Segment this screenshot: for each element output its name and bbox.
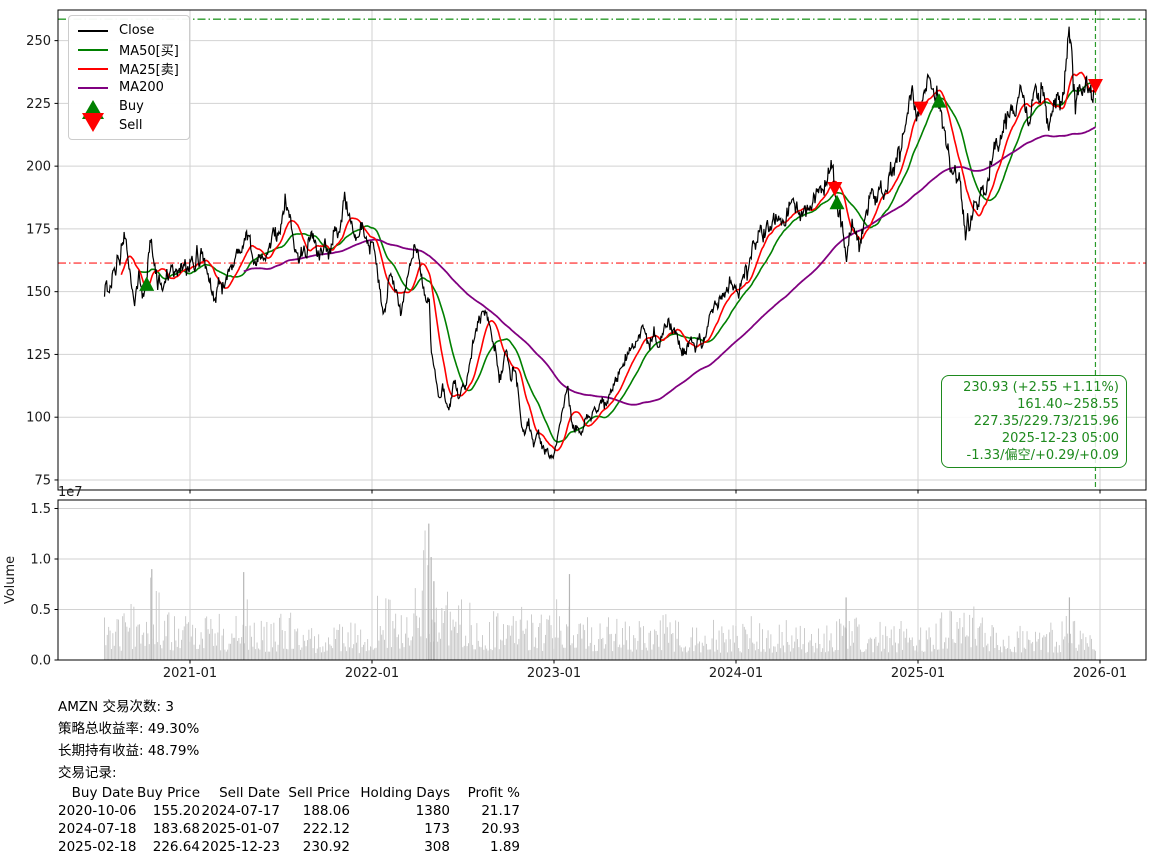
annotation-line: -1.33/偏空/+0.29/+0.09 bbox=[949, 447, 1119, 464]
date-tick-label: 2026-01 bbox=[1073, 666, 1127, 681]
quote-annotation-box: 230.93 (+2.55 +1.11%)161.40~258.55227.35… bbox=[941, 375, 1127, 468]
trade-col-header: Sell Date bbox=[200, 784, 280, 802]
annotation-line: 227.35/229.73/215.96 bbox=[949, 413, 1119, 430]
legend-line-swatch bbox=[77, 49, 109, 51]
trade-cell: 20.93 bbox=[450, 820, 520, 838]
trade-cell: 188.06 bbox=[280, 802, 350, 820]
stats-line: AMZN 交易次数: 3 bbox=[58, 696, 520, 718]
trade-cell: 2025-12-23 bbox=[200, 838, 280, 856]
price-tick-label: 150 bbox=[26, 285, 51, 300]
trade-cell: 308 bbox=[350, 838, 450, 856]
legend-label: Sell bbox=[119, 118, 142, 133]
volume-axis-label: Volume bbox=[3, 556, 18, 604]
trade-records-table: Buy DateBuy PriceSell DateSell PriceHold… bbox=[58, 784, 520, 856]
annotation-line: 230.93 (+2.55 +1.11%) bbox=[949, 379, 1119, 396]
trade-markers bbox=[139, 79, 1103, 291]
annotation-line: 161.40~258.55 bbox=[949, 396, 1119, 413]
volume-tick-label: 0.5 bbox=[30, 603, 51, 618]
trade-cell: 21.17 bbox=[450, 802, 520, 820]
strategy-stats: AMZN 交易次数: 3策略总收益率: 49.30%长期持有收益: 48.79%… bbox=[58, 696, 520, 856]
figure: 75 100 125 150 175 200 225 250 0.0 0.5 1.0 1.5 2021-… bbox=[0, 0, 1152, 857]
date-tick-label: 2024-01 bbox=[709, 666, 763, 681]
trade-cell: 1.89 bbox=[450, 838, 520, 856]
legend-item-close: Close bbox=[77, 21, 179, 40]
volume-tick-label: 0.0 bbox=[30, 654, 51, 669]
trade-cell: 226.64 bbox=[134, 838, 200, 856]
legend-item-ma200: MA200 bbox=[77, 78, 179, 97]
trade-cell: 2020-10-06 bbox=[58, 802, 134, 820]
trade-cell: 222.12 bbox=[280, 820, 350, 838]
legend-item-ma50-: MA50[买] bbox=[77, 40, 179, 59]
volume-tick-label: 1.5 bbox=[30, 502, 51, 517]
date-tick-label: 2021-01 bbox=[163, 666, 217, 681]
legend-label: MA200 bbox=[119, 80, 164, 95]
trade-cell: 1380 bbox=[350, 802, 450, 820]
volume-bars bbox=[104, 524, 1096, 660]
annotation-line: 2025-12-23 05:00 bbox=[949, 430, 1119, 447]
trade-cell: 155.20 bbox=[134, 802, 200, 820]
legend-label: Close bbox=[119, 23, 154, 38]
legend-item-sell: Sell bbox=[77, 116, 179, 135]
legend-item-ma25-: MA25[卖] bbox=[77, 59, 179, 78]
price-tick-label: 225 bbox=[26, 97, 51, 112]
stats-line: 长期持有收益: 48.79% bbox=[58, 740, 520, 762]
date-tick-label: 2023-01 bbox=[527, 666, 581, 681]
trade-cell: 2025-02-18 bbox=[58, 838, 134, 856]
legend: Close MA50[买]MA25[卖] MA200 Buy Sell bbox=[68, 15, 190, 140]
trade-cell: 230.92 bbox=[280, 838, 350, 856]
price-tick-label: 125 bbox=[26, 348, 51, 363]
legend-label: MA25[卖] bbox=[119, 59, 179, 78]
legend-label: Buy bbox=[119, 99, 144, 114]
legend-line-swatch bbox=[77, 87, 109, 89]
price-tick-label: 250 bbox=[26, 34, 51, 49]
price-tick-label: 200 bbox=[26, 160, 51, 175]
trade-cell: 173 bbox=[350, 820, 450, 838]
date-tick-label: 2025-01 bbox=[891, 666, 945, 681]
sell-triangle-icon bbox=[77, 119, 109, 132]
trade-col-header: Sell Price bbox=[280, 784, 350, 802]
stats-line: 策略总收益率: 49.30% bbox=[58, 718, 520, 740]
price-tick-label: 75 bbox=[34, 473, 51, 488]
trade-cell: 183.68 bbox=[134, 820, 200, 838]
trade-col-header: Holding Days bbox=[350, 784, 450, 802]
legend-line-swatch bbox=[77, 30, 109, 32]
price-tick-label: 175 bbox=[26, 222, 51, 237]
stats-lines: AMZN 交易次数: 3策略总收益率: 49.30%长期持有收益: 48.79%… bbox=[58, 696, 520, 784]
buy-triangle-icon bbox=[77, 100, 109, 113]
date-tick-label: 2022-01 bbox=[345, 666, 399, 681]
gridlines bbox=[58, 10, 1146, 660]
stats-line: 交易记录: bbox=[58, 762, 520, 784]
trade-cell: 2024-07-17 bbox=[200, 802, 280, 820]
legend-line-swatch bbox=[77, 68, 109, 70]
volume-offset-text: 1e7 bbox=[58, 485, 83, 500]
price-tick-label: 100 bbox=[26, 411, 51, 426]
trade-cell: 2024-07-18 bbox=[58, 820, 134, 838]
legend-label: MA50[买] bbox=[119, 40, 179, 59]
trade-col-header: Buy Price bbox=[134, 784, 200, 802]
trade-cell: 2025-01-07 bbox=[200, 820, 280, 838]
volume-tick-label: 1.0 bbox=[30, 552, 51, 567]
trade-col-header: Profit % bbox=[450, 784, 520, 802]
trade-col-header: Buy Date bbox=[58, 784, 134, 802]
